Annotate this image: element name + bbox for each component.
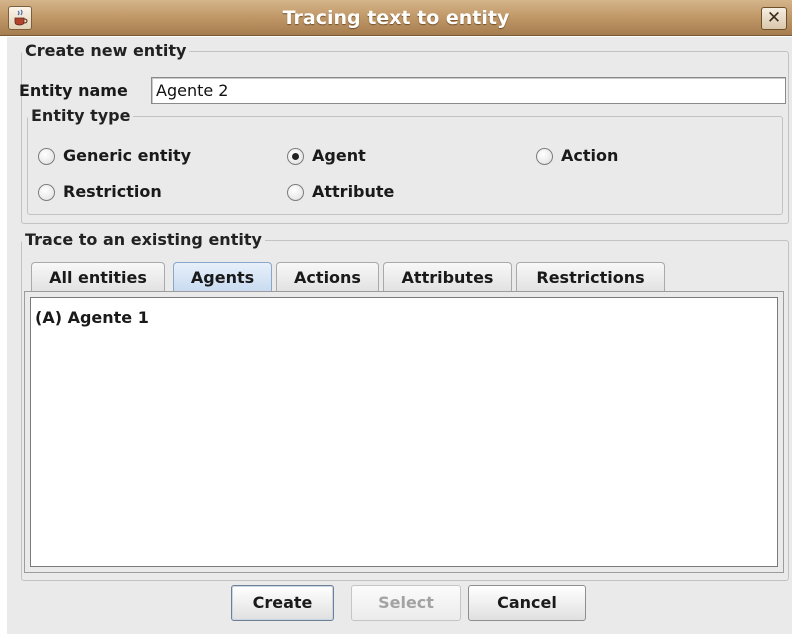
tab-agents[interactable]: Agents — [173, 262, 272, 292]
trace-entity-legend: Trace to an existing entity — [25, 230, 262, 249]
select-button[interactable]: Select — [351, 585, 461, 621]
radio-generic-entity-label: Generic entity — [63, 146, 192, 165]
entity-list[interactable]: (A) Agente 1 — [30, 297, 778, 567]
create-button[interactable]: Create — [231, 585, 334, 621]
radio-generic-entity[interactable]: Generic entity — [38, 146, 191, 166]
tab-actions[interactable]: Actions — [276, 262, 379, 292]
radio-action-label: Action — [561, 146, 619, 165]
radio-agent-indicator — [287, 147, 304, 165]
radio-agent[interactable]: Agent — [287, 146, 366, 166]
close-button[interactable]: ✕ — [761, 7, 787, 30]
create-entity-legend: Create new entity — [25, 41, 187, 60]
entity-name-field[interactable] — [151, 77, 786, 104]
tab-content-panel: (A) Agente 1 — [24, 291, 784, 573]
radio-attribute-label: Attribute — [312, 182, 395, 201]
radio-agent-label: Agent — [312, 146, 366, 165]
list-item[interactable]: (A) Agente 1 — [35, 308, 149, 328]
radio-restriction[interactable]: Restriction — [38, 182, 162, 202]
radio-action[interactable]: Action — [536, 146, 618, 166]
cancel-button[interactable]: Cancel — [468, 585, 586, 621]
entity-type-legend: Entity type — [31, 106, 131, 125]
title-bar: Tracing text to entity ✕ — [0, 0, 792, 36]
radio-attribute-indicator — [287, 183, 304, 201]
tab-attributes[interactable]: Attributes — [383, 262, 512, 292]
radio-restriction-indicator — [38, 183, 55, 201]
radio-attribute[interactable]: Attribute — [287, 182, 394, 202]
tab-all-entities[interactable]: All entities — [31, 262, 165, 292]
entity-name-label: Entity name — [19, 81, 128, 100]
tab-restrictions[interactable]: Restrictions — [516, 262, 665, 292]
radio-restriction-label: Restriction — [63, 182, 162, 201]
window-title: Tracing text to entity — [282, 7, 510, 29]
close-icon: ✕ — [766, 8, 782, 28]
radio-action-indicator — [536, 147, 553, 165]
radio-generic-entity-indicator — [38, 147, 55, 165]
